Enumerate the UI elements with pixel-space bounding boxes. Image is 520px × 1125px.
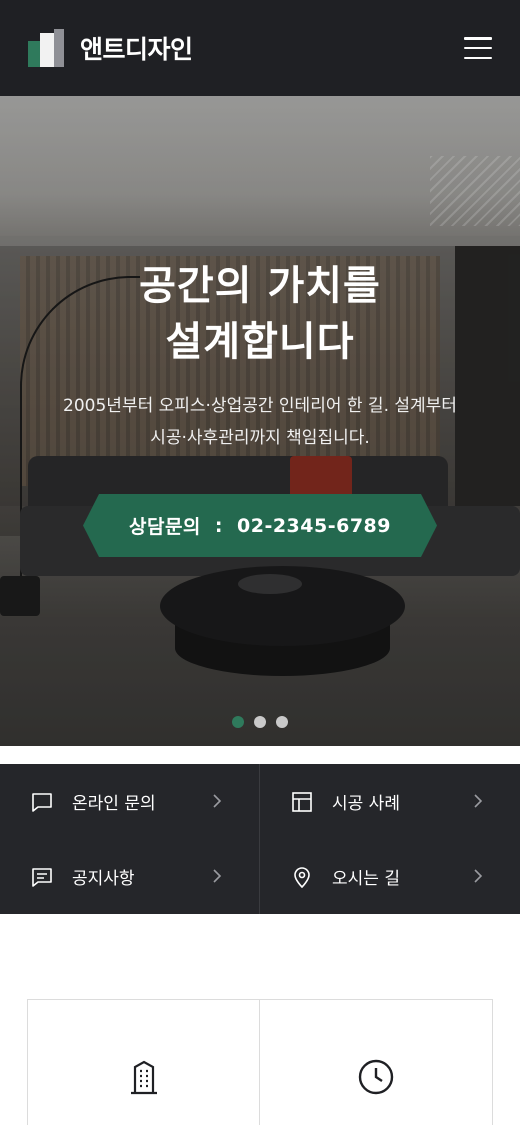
chevron-right-icon [474,869,483,883]
quick-menu-online-inquiry[interactable]: 온라인 문의 [0,764,260,839]
site-header: 앤트디자인 [0,0,520,96]
info-card-hours[interactable] [260,1000,492,1125]
hamburger-menu-icon[interactable] [464,37,492,59]
hero-desc-line2: 시공·사후관리까지 책임집니다. [150,428,370,448]
info-cards [27,999,493,1125]
layout-icon [292,791,312,812]
quick-menu-label: 오시는 길 [332,869,400,889]
location-pin-icon [294,866,310,888]
slider-dot-2[interactable] [254,716,266,728]
info-card-company[interactable] [28,1000,260,1125]
chevron-right-icon [474,794,483,808]
quick-menu: 온라인 문의 시공 사례 공지사항 오시는 길 [0,764,520,914]
notice-icon [32,867,52,887]
hero-description: 2005년부터 오피스·상업공간 인테리어 한 길. 설계부터 시공·사후관리까… [0,390,520,454]
logo-mark-icon[interactable] [28,29,66,67]
hero-desc-line1: 2005년부터 오피스·상업공간 인테리어 한 길. 설계부터 [63,396,457,416]
slider-dot-3[interactable] [276,716,288,728]
slider-dot-1[interactable] [232,716,244,728]
chevron-right-icon [213,794,222,808]
cta-phone: 02-2345-6789 [237,514,391,537]
quick-menu-label: 공지사항 [72,869,135,889]
hero-title-line1: 공간의 가치를 [139,263,381,309]
consult-call-button[interactable]: 상담문의 : 02-2345-6789 [83,494,437,557]
chat-icon [32,792,52,812]
chevron-right-icon [213,869,222,883]
quick-menu-directions[interactable]: 오시는 길 [260,839,520,914]
brand-name[interactable]: 앤트디자인 [80,30,193,66]
slider-dots [0,716,520,728]
cta-separator: : [214,514,224,537]
quick-menu-portfolio[interactable]: 시공 사례 [260,764,520,839]
building-icon [131,1060,157,1095]
quick-menu-label: 시공 사례 [332,794,400,814]
quick-menu-label: 온라인 문의 [72,794,156,814]
clock-icon [358,1059,394,1095]
cta-label: 상담문의 [128,516,201,538]
quick-menu-notice[interactable]: 공지사항 [0,839,260,914]
hero-title-line2: 설계합니다 [165,319,355,365]
hero-slider: 공간의 가치를 설계합니다 2005년부터 오피스·상업공간 인테리어 한 길.… [0,96,520,746]
hero-title: 공간의 가치를 설계합니다 [0,258,520,370]
